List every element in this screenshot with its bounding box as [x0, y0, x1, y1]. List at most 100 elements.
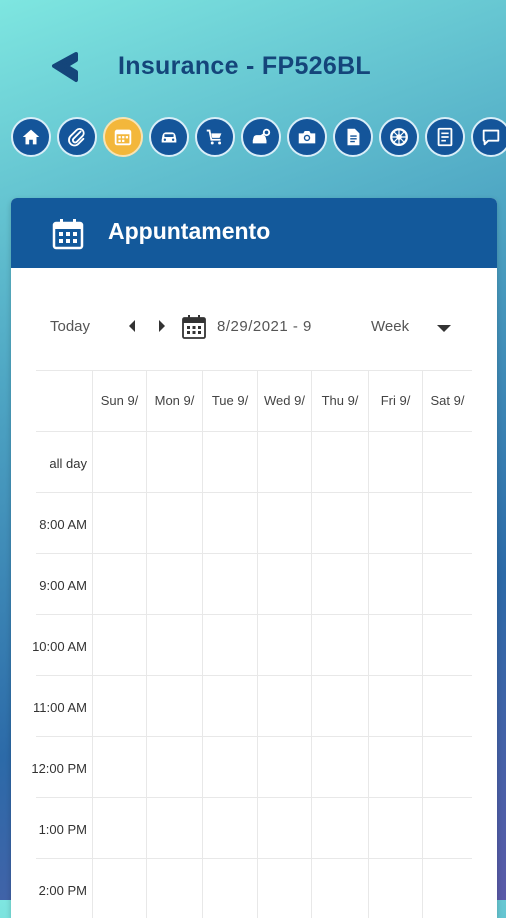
calendar-button[interactable]: [103, 117, 143, 157]
time-slot-cell[interactable]: [369, 554, 423, 614]
time-slot-cell[interactable]: [369, 859, 423, 918]
time-label-cell: 12:00 PM: [31, 737, 93, 797]
time-slot-cell[interactable]: [203, 432, 258, 492]
time-slot-cell[interactable]: [423, 493, 472, 553]
day-label: Tue 9/: [211, 393, 249, 408]
time-slot-cell[interactable]: [93, 554, 147, 614]
tires-button[interactable]: [379, 117, 419, 157]
day-label: Wed 9/: [264, 393, 305, 408]
photo-button[interactable]: [287, 117, 327, 157]
checklist-button[interactable]: [425, 117, 465, 157]
day-header[interactable]: Fri 9/: [369, 371, 423, 431]
time-slot-cell[interactable]: [93, 493, 147, 553]
day-header[interactable]: Wed 9/: [258, 371, 312, 431]
time-slot-cell[interactable]: [312, 493, 369, 553]
car-key-button[interactable]: [241, 117, 281, 157]
time-slot-cell[interactable]: [423, 554, 472, 614]
time-slot-row: 8:00 AM: [36, 493, 472, 554]
next-week-icon[interactable]: [157, 319, 167, 333]
purchase-button[interactable]: [195, 117, 235, 157]
chat-button[interactable]: [471, 117, 506, 157]
attachments-button[interactable]: [57, 117, 97, 157]
time-slot-cell[interactable]: [258, 798, 312, 858]
time-slot-cell[interactable]: [369, 737, 423, 797]
time-slot-cell[interactable]: [423, 798, 472, 858]
documents-button[interactable]: [333, 117, 373, 157]
time-slot-cell[interactable]: [93, 859, 147, 918]
time-slot-cell[interactable]: [312, 676, 369, 736]
time-slot-cell[interactable]: [423, 737, 472, 797]
day-header[interactable]: Tue 9/: [203, 371, 258, 431]
time-slot-cell[interactable]: [312, 859, 369, 918]
time-slot-cell[interactable]: [258, 615, 312, 675]
time-slot-cell[interactable]: [147, 554, 203, 614]
time-slot-cell[interactable]: [147, 798, 203, 858]
wheel-icon: [390, 128, 408, 146]
day-header[interactable]: Thu 9/: [312, 371, 369, 431]
time-label: 8:00 AM: [39, 517, 87, 532]
time-slot-cell[interactable]: [369, 432, 423, 492]
time-slot-cell[interactable]: [258, 432, 312, 492]
time-label: all day: [49, 456, 87, 471]
time-slot-cell[interactable]: [203, 554, 258, 614]
time-slot-cell[interactable]: [93, 432, 147, 492]
time-slot-cell[interactable]: [312, 798, 369, 858]
time-slot-cell[interactable]: [369, 798, 423, 858]
time-slot-cell[interactable]: [147, 493, 203, 553]
time-slot-cell[interactable]: [423, 859, 472, 918]
time-slot-cell[interactable]: [258, 676, 312, 736]
time-slot-cell[interactable]: [369, 676, 423, 736]
time-slot-cell[interactable]: [203, 615, 258, 675]
chevron-down-icon[interactable]: [436, 324, 452, 333]
day-header[interactable]: Mon 9/: [147, 371, 203, 431]
time-slot-row: 10:00 AM: [32, 615, 472, 676]
time-slot-cell[interactable]: [93, 798, 147, 858]
time-slot-cell[interactable]: [147, 676, 203, 736]
time-slot-cell[interactable]: [147, 432, 203, 492]
time-slot-cell[interactable]: [258, 859, 312, 918]
time-slot-cell[interactable]: [203, 493, 258, 553]
time-slot-cell[interactable]: [312, 615, 369, 675]
time-slot-cell[interactable]: [203, 737, 258, 797]
time-slot-cell[interactable]: [312, 737, 369, 797]
back-arrow-icon[interactable]: [46, 50, 86, 84]
time-slot-cell[interactable]: [258, 737, 312, 797]
time-slot-cell[interactable]: [203, 676, 258, 736]
view-select[interactable]: Week: [371, 318, 409, 335]
time-slot-cell[interactable]: [423, 676, 472, 736]
time-slot-cell[interactable]: [147, 615, 203, 675]
time-slot-cell[interactable]: [147, 859, 203, 918]
time-label-cell: 1:00 PM: [36, 798, 93, 858]
time-slot-cell[interactable]: [203, 859, 258, 918]
day-header[interactable]: Sun 9/: [93, 371, 147, 431]
app-header: Insurance - FP526BL: [0, 38, 506, 98]
time-slot-cell[interactable]: [369, 615, 423, 675]
card-header: Appuntamento: [11, 198, 497, 268]
date-picker-icon[interactable]: [181, 314, 207, 340]
time-label-cell: 2:00 PM: [36, 859, 93, 918]
time-slot-cell[interactable]: [203, 798, 258, 858]
home-button[interactable]: [11, 117, 51, 157]
time-slot-cell[interactable]: [423, 432, 472, 492]
camera-icon: [298, 131, 316, 144]
time-slot-cell[interactable]: [93, 676, 147, 736]
time-slot-cell[interactable]: [93, 615, 147, 675]
time-slot-cell[interactable]: [93, 737, 147, 797]
today-button[interactable]: Today: [50, 318, 90, 335]
time-slot-cell[interactable]: [312, 554, 369, 614]
vehicle-button[interactable]: [149, 117, 189, 157]
time-slot-cell[interactable]: [258, 554, 312, 614]
time-slot-cell[interactable]: [147, 737, 203, 797]
time-slot-cell[interactable]: [258, 493, 312, 553]
day-label: Sun 9/: [100, 393, 139, 408]
day-header[interactable]: Sat 9/: [423, 371, 472, 431]
time-slot-row: 12:00 PM: [31, 737, 472, 798]
previous-week-icon[interactable]: [127, 319, 137, 333]
card-title: Appuntamento: [108, 218, 271, 244]
cart-car-icon: [206, 129, 222, 145]
time-label: 11:00 AM: [33, 700, 87, 715]
time-label-cell: 8:00 AM: [36, 493, 93, 553]
time-slot-cell[interactable]: [423, 615, 472, 675]
time-slot-cell[interactable]: [312, 432, 369, 492]
time-slot-cell[interactable]: [369, 493, 423, 553]
